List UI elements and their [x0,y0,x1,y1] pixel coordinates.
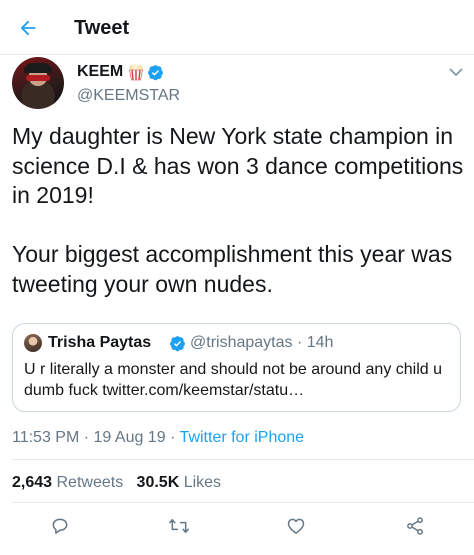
author-name-row[interactable]: KEEM [77,62,164,82]
tweet-date: 19 Aug 19 [93,429,166,446]
author-avatar[interactable] [12,57,64,109]
top-bar: Tweet [0,0,474,55]
share-button[interactable] [404,515,426,537]
like-button[interactable] [285,515,307,537]
reply-icon [52,518,68,534]
divider [12,502,474,503]
back-arrow-icon [20,20,36,36]
back-button[interactable] [14,14,42,42]
divider [12,459,474,460]
tweet-timestamp: 11:53 PM · 19 Aug 19 · Twitter for iPhon… [12,429,305,446]
quoted-author-name: Trisha Paytas [48,334,152,351]
quoted-tweet-card[interactable]: Trisha Paytas @trishapaytas · 14h U r li… [12,323,461,412]
reply-button[interactable] [49,515,71,537]
page-title: Tweet [74,17,130,39]
tweet-source-link[interactable]: Twitter for iPhone [180,429,305,446]
verified-badge-icon [148,64,164,80]
tweet-text: My daughter is New York state champion i… [12,123,464,297]
quoted-tweet-age: 14h [306,334,334,351]
retweets-count: 2,643 [12,474,53,491]
tweet-stats: 2,643 Retweets 30.5K Likes [12,473,221,493]
like-icon [287,518,305,534]
quoted-tweet-text: U r literally a monster and should not b… [24,361,443,399]
likes-label: Likes [183,474,222,491]
popcorn-icon [129,63,144,81]
quoted-author-handle: @trishapaytas [190,334,293,351]
retweet-button[interactable] [168,515,190,537]
quoted-author-meta: @trishapaytas · 14h [190,334,334,351]
chevron-down-icon[interactable] [448,66,464,78]
tweet-time: 11:53 PM [12,429,80,446]
retweet-icon [169,519,189,533]
retweets-label: Retweets [56,474,124,491]
share-icon [407,517,423,535]
likes-count: 30.5K [136,474,180,491]
quoted-author-avatar [24,334,42,352]
author-handle[interactable]: @KEEMSTAR [77,86,180,106]
likes-stat[interactable]: 30.5K Likes [137,474,222,491]
retweets-stat[interactable]: 2,643 Retweets [12,474,123,491]
verified-badge-icon [170,336,185,352]
author-name: KEEM [77,63,124,80]
